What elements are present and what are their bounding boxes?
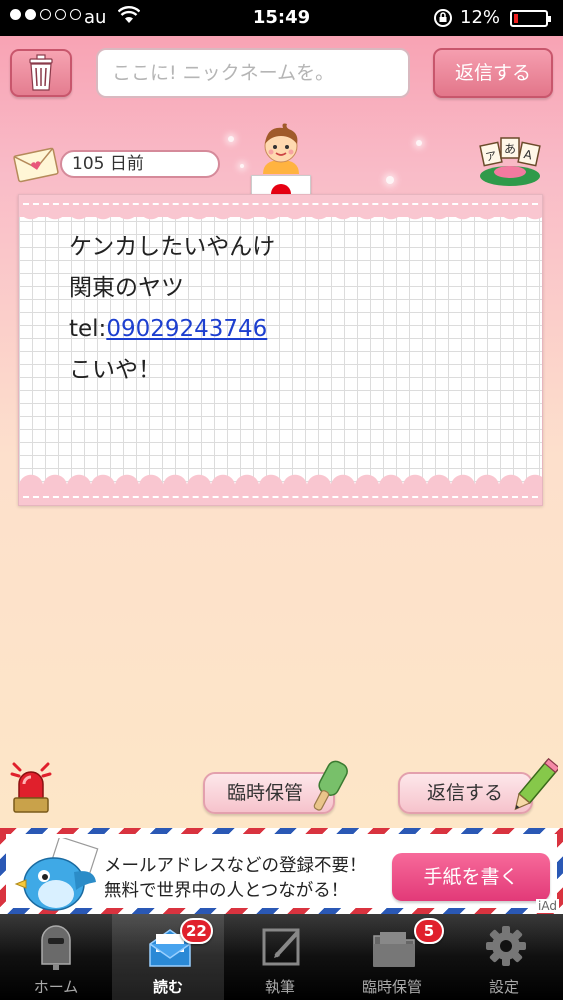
tab-label: 読む <box>152 978 183 996</box>
phone-link[interactable]: 09029243746 <box>106 316 267 342</box>
tab-label: 設定 <box>488 978 519 996</box>
popsicle-icon <box>306 756 350 824</box>
tab-settings[interactable]: 設定 <box>448 914 560 1000</box>
battery-icon <box>510 10 551 27</box>
letter-paper: ケンカしたいやんけ 関東のヤツ tel:09029243746 こいや！ <box>18 194 543 506</box>
font-style-icon[interactable]: ア あ A <box>474 134 546 194</box>
rotation-lock-icon <box>433 8 453 33</box>
nickname-input[interactable] <box>96 48 410 98</box>
tab-bar: ホーム 22 読む 執筆 5 臨時保管 設定 <box>0 914 563 1000</box>
folder-icon <box>372 922 416 974</box>
mailbox-icon <box>36 922 76 974</box>
bird-mascot-icon <box>14 835 102 918</box>
ad-subline: 無料で世界中の人とつながる！ <box>104 881 349 901</box>
report-alarm-icon[interactable] <box>8 754 54 822</box>
tab-label: 執筆 <box>264 978 295 996</box>
letter-view: 返信する 105 日前 ア あ <box>0 36 563 828</box>
tab-home[interactable]: ホーム <box>0 914 112 1000</box>
ad-banner[interactable]: メールアドレスなどの登録不要！ 無料で世界中の人とつながる！ 手紙を書く iAd <box>0 828 563 914</box>
unread-badge: 22 <box>180 918 213 944</box>
reply-button[interactable]: 返信する <box>433 48 553 98</box>
write-icon <box>260 922 304 974</box>
tel-prefix: tel: <box>69 316 107 342</box>
delete-button[interactable] <box>10 49 72 97</box>
sender-avatar <box>257 122 305 180</box>
saved-count-badge: 5 <box>414 918 444 944</box>
envelope-icon <box>12 146 60 188</box>
tab-label: ホーム <box>33 978 79 996</box>
date-label: 105 日前 <box>60 150 220 178</box>
letter-line: こいや！ <box>69 357 161 383</box>
tab-write[interactable]: 執筆 <box>224 914 336 1000</box>
ad-headline: メールアドレスなどの登録不要！ <box>104 856 367 876</box>
status-bar: au 15:49 12% <box>0 0 563 36</box>
letter-body: ケンカしたいやんけ 関東のヤツ tel:09029243746 こいや！ <box>69 227 275 391</box>
tab-label: 臨時保管 <box>361 978 422 996</box>
trash-icon <box>29 54 53 91</box>
tab-read[interactable]: 22 読む <box>112 914 224 1000</box>
pencil-icon <box>510 754 561 824</box>
letter-line: ケンカしたいやんけ <box>69 234 276 260</box>
battery-percent: 12% <box>460 7 501 28</box>
iad-label: iAd <box>536 899 559 913</box>
letter-line: 関東のヤツ <box>69 275 184 301</box>
svg-text:あ: あ <box>504 142 516 156</box>
write-letter-button[interactable]: 手紙を書く <box>392 853 550 901</box>
tab-temporary-save[interactable]: 5 臨時保管 <box>336 914 448 1000</box>
gear-icon <box>484 922 528 974</box>
